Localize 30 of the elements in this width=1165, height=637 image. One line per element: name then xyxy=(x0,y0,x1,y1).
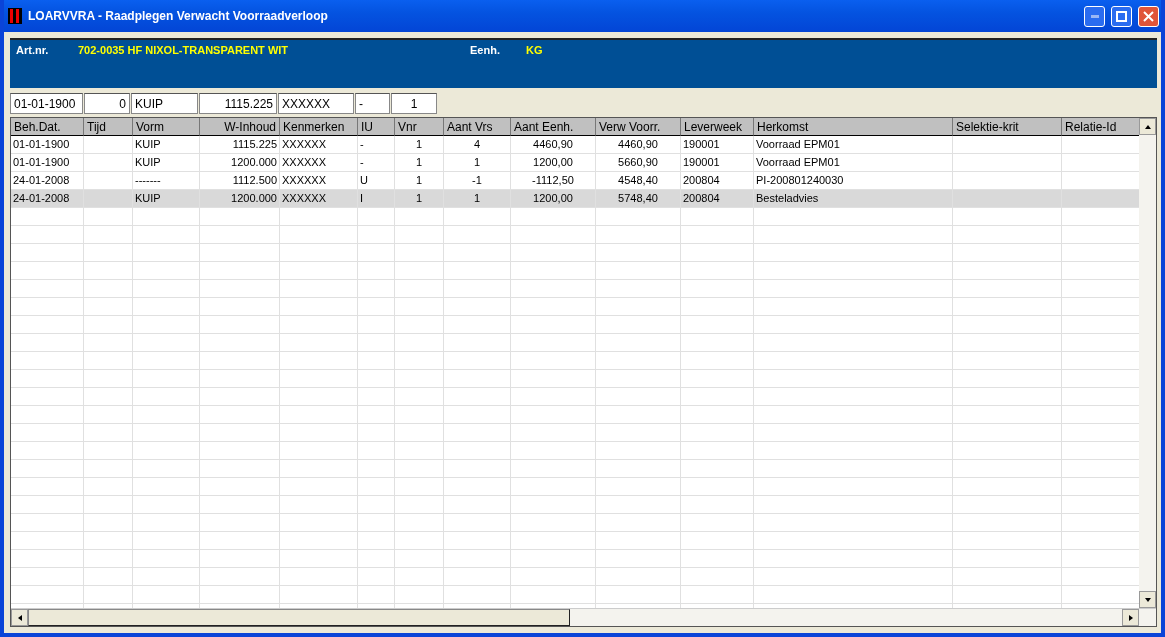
column-header[interactable]: Selektie-krit xyxy=(953,118,1062,136)
column-header[interactable]: Kenmerken xyxy=(280,118,358,136)
column-header[interactable]: W-Inhoud xyxy=(200,118,280,136)
column-header[interactable]: Beh.Dat. xyxy=(11,118,84,136)
column-header[interactable]: Vnr xyxy=(395,118,444,136)
column-header[interactable]: IU xyxy=(358,118,395,136)
article-label: Art.nr. xyxy=(16,44,50,56)
filter-field[interactable]: 01-01-1900 xyxy=(10,93,83,114)
column-header[interactable]: Leverweek xyxy=(681,118,754,136)
filter-field[interactable]: 1115.225 xyxy=(199,93,277,114)
column-header[interactable]: Verw Voorr. xyxy=(596,118,681,136)
filter-field[interactable]: 0 xyxy=(84,93,130,114)
column-header[interactable]: Aant Eenh. xyxy=(511,118,596,136)
column-header[interactable]: Herkomst xyxy=(754,118,953,136)
column-header[interactable]: Aant Vrs xyxy=(444,118,511,136)
column-header[interactable]: Vorm xyxy=(133,118,200,136)
unit-label: Eenh. xyxy=(470,44,501,56)
column-header[interactable]: Relatie-Id xyxy=(1062,118,1139,136)
filter-field[interactable]: KUIP xyxy=(131,93,198,114)
filter-field[interactable]: XXXXXX xyxy=(278,93,354,114)
unit-value: KG xyxy=(526,44,544,56)
table-row[interactable]: 24-01-2008 ------- 1112.500 XXXXXX U 1 -1 -1112,50 4548,40 200804 PI-200801240030 xyxy=(11,172,1139,190)
article-value: 702-0035 HF NIXOL-TRANSPARENT WIT xyxy=(78,44,290,56)
column-header[interactable]: Tijd xyxy=(84,118,133,136)
table-row[interactable]: 01-01-1900 KUIP 1200.000 XXXXXX - 1 1 1200,00 5660,90 190001 Voorraad EPM01 xyxy=(11,154,1139,172)
table-row[interactable]: 01-01-1900 KUIP 1115.225 XXXXXX - 1 4 4460,90 4460,90 190001 Voorraad EPM01 xyxy=(11,136,1139,154)
filter-field[interactable]: - xyxy=(355,93,390,114)
table-row[interactable]: 24-01-2008 KUIP 1200.000 XXXXXX I 1 1 1200,00 5748,40 200804 Besteladvies xyxy=(11,190,1139,208)
window-title: LOARVVRA - Raadplegen Verwacht Voorraadverloop xyxy=(28,9,329,23)
filter-field[interactable]: 1 xyxy=(391,93,437,114)
